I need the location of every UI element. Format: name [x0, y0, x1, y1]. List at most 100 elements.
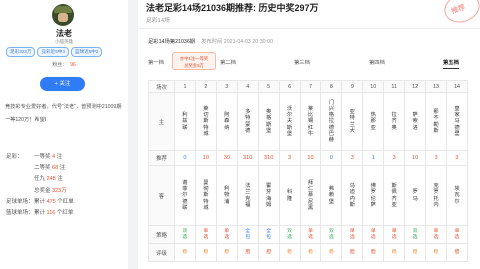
publish-time: 发布时间 2021-04-03 20:30:00: [201, 39, 273, 45]
cell-rec: 1: [362, 150, 385, 166]
cell-strategy: 单选: [362, 225, 385, 244]
cell-away: 谢菲尔德联: [174, 165, 196, 226]
cell-rating: 胆: [257, 243, 280, 262]
prize-bubble: 亦中1注一等奖 总奖金8万: [172, 52, 216, 70]
divider: [138, 28, 480, 29]
stage-tabs: 第一档 亦中1注一等奖 总奖金8万 第二档 第三档 第四档 第五档: [148, 52, 468, 72]
cell-rating: 稳: [404, 243, 427, 262]
cell-away: 斯佩齐亚: [383, 165, 406, 226]
tag-basketball[interactable]: 篮球近5中2: [70, 47, 103, 57]
fans-value: 96: [70, 62, 76, 68]
avatar-hat: [54, 6, 72, 13]
row-label: 推荐: [148, 150, 175, 166]
avatar-face: [58, 13, 68, 22]
profile-card: 法老 小喵英雄 足彩323万 竞彩近5中4 篮球近5中2 粉丝： 96 + 关注 …: [0, 0, 128, 269]
avatar[interactable]: [52, 4, 74, 26]
tab-stage-4[interactable]: 第四档: [369, 58, 385, 66]
table-row-rating: 评级稳稳稳胆胆稳稳稳胆胆稳稳稳胆: [148, 243, 469, 262]
cell-strategy: 单选: [445, 225, 469, 244]
table-row-home: 主利兹联 莱切斯特城 阿森纳 多特蒙德 奥格斯堡 沃尔夫斯堡 莱比锡红牛 门兴格拉德巴赫 亚特兰…: [148, 92, 469, 151]
cell-rating: 稳: [174, 243, 196, 262]
article-meta: 足彩14场第21036期 发布时间 2021-04-03 20:30:00: [148, 37, 273, 45]
cell-away: 科隆: [278, 165, 301, 226]
cell-home: 萨索洛: [404, 92, 427, 151]
profile-description: 竞技彩专业爱好者，代号“法老”，曾预测中21009期一等120万！希望I: [5, 104, 122, 123]
follow-button[interactable]: + 关注: [40, 77, 85, 91]
tab-stage-5[interactable]: 第五档: [443, 58, 459, 69]
cell-strategy: 全包: [257, 225, 280, 244]
cell-no: 10: [362, 80, 385, 93]
stat-row: 总奖金 323万: [34, 187, 67, 194]
cell-no: 7: [299, 80, 322, 93]
cell-no: 9: [341, 80, 364, 93]
article-title: 法老足彩14场21036期推荐: 历史中奖297万: [146, 3, 319, 13]
cell-no: 6: [278, 80, 301, 93]
cell-home: 利兹联: [174, 92, 196, 151]
cell-strategy: 单选: [299, 225, 322, 244]
cell-rec: 0: [174, 150, 196, 166]
table-row-no: 场次 1 2 3 4 5 6 7 8 9 10 11 12 13 14: [148, 80, 469, 93]
fans-label: 粉丝：: [52, 62, 68, 68]
row-label: 评级: [148, 243, 175, 262]
tab-stage-1[interactable]: 第一档: [148, 58, 164, 66]
cell-no: 14: [445, 80, 469, 93]
cell-away: 克罗托内: [425, 165, 447, 226]
cell-rec: 10: [194, 150, 217, 166]
cell-rec: 3: [341, 150, 364, 166]
cell-rating: 胆: [341, 243, 364, 262]
cell-rating: 稳: [320, 243, 343, 262]
cell-rec: 30: [215, 150, 238, 166]
article-panel: 法老足彩14场21036期推荐: 历史中奖297万 足彩14场 推荐 足彩14场…: [138, 0, 480, 269]
cell-away: 罗马: [404, 165, 427, 226]
tab-stage-3[interactable]: 第三档: [294, 58, 310, 66]
cell-rec: 0: [320, 150, 343, 166]
cell-strategy: 双选: [278, 225, 301, 244]
cell-away: 弗赖堡: [320, 165, 343, 226]
row-label: 场次: [148, 80, 175, 93]
stat-row: 二等奖 68 注: [34, 165, 66, 172]
cell-rating: 胆: [236, 243, 259, 262]
cell-no: 11: [383, 80, 406, 93]
cell-away: 霍芬海姆: [257, 165, 280, 226]
stat-row: 任九 248 注: [34, 176, 63, 183]
cell-no: 8: [320, 80, 343, 93]
cell-home: 那不勒斯: [425, 92, 447, 151]
cell-no: 13: [425, 80, 447, 93]
article-category[interactable]: 足彩14场: [146, 15, 170, 24]
cell-home: 沃尔夫斯堡: [278, 92, 301, 151]
cell-strategy: 单选: [425, 225, 447, 244]
row-label: 主: [148, 92, 175, 151]
tag-jingcai[interactable]: 竞彩近5中4: [37, 47, 69, 57]
cell-strategy: 双选: [174, 225, 196, 244]
cell-home: 热那亚: [362, 92, 385, 151]
cell-no: 4: [236, 80, 259, 93]
cell-rec: 3: [425, 150, 447, 166]
row-label: 策略: [148, 225, 175, 244]
cell-home: 拉齐奥: [383, 92, 406, 151]
cell-rating: 稳: [383, 243, 406, 262]
cell-home: 奥格斯堡: [257, 92, 280, 151]
cell-strategy: 单选: [215, 225, 238, 244]
cell-no: 12: [404, 80, 427, 93]
issue-title: 足彩14场第21036期: [148, 39, 196, 45]
table-row-away: 客谢菲尔德联 曼彻斯特城 利物浦 法兰克福 霍芬海姆 科隆 拜仁慕尼黑 弗赖堡 乌迪内斯 佛罗伦萨…: [148, 165, 469, 226]
cell-strategy: 单选: [383, 225, 406, 244]
cell-strategy: 双选: [404, 225, 427, 244]
stat-row: 足球单场：累计 475 个红单: [6, 198, 74, 205]
cell-strategy: 双选: [320, 225, 343, 244]
cell-home: 莱切斯特城: [194, 92, 217, 151]
cell-rating: 胆: [362, 243, 385, 262]
cell-rating: 胆: [445, 243, 469, 262]
cell-home: 门兴格拉德巴赫: [320, 92, 343, 151]
cell-away: 埃瓦尔: [445, 165, 469, 226]
cell-rec: 310: [236, 150, 259, 166]
table-row-strategy: 策略 双选 单选 单选 全包 全包 双选 单选 双选 单选 单选 单选 双选 单选 单选: [148, 225, 469, 244]
cell-no: 2: [194, 80, 217, 93]
tag-football[interactable]: 足彩323万: [6, 47, 36, 57]
tab-stage-2[interactable]: 第二档: [220, 58, 236, 66]
cell-rating: 稳: [299, 243, 322, 262]
cell-rec: 3: [383, 150, 406, 166]
cell-away: 拜仁慕尼黑: [299, 165, 322, 226]
cell-rec: 10: [404, 150, 427, 166]
cell-away: 利物浦: [215, 165, 238, 226]
